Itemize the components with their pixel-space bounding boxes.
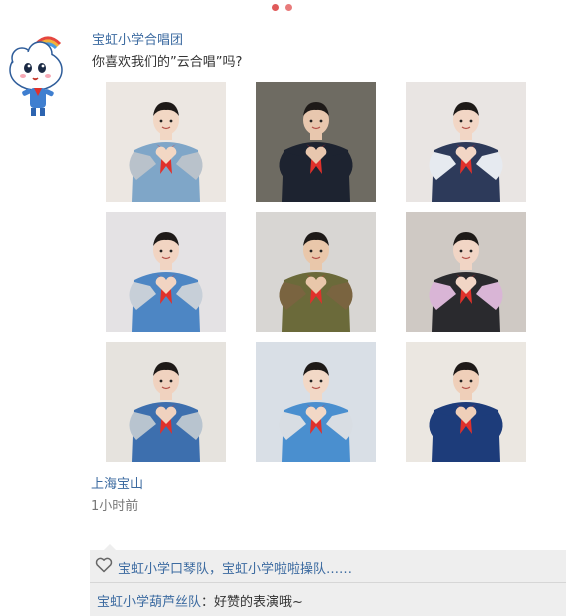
avatar[interactable] bbox=[6, 30, 70, 120]
comment-author[interactable]: 宝虹小学葫芦丝队 bbox=[97, 595, 201, 610]
photo-image bbox=[406, 212, 526, 332]
decoration-dot bbox=[285, 4, 292, 11]
post-time: 1小时前 bbox=[91, 499, 139, 514]
comment-separator: ： bbox=[201, 595, 215, 610]
photo-image bbox=[106, 212, 226, 332]
post-text: 你喜欢我们的”云合唱”吗? bbox=[92, 55, 243, 70]
comment-text: 好赞的表演哦~ bbox=[214, 595, 303, 610]
photo-2[interactable] bbox=[256, 82, 376, 202]
photo-image bbox=[106, 342, 226, 462]
photo-5[interactable] bbox=[256, 212, 376, 332]
decoration-dot bbox=[272, 4, 279, 11]
cloud-mascot-icon bbox=[9, 36, 63, 116]
photo-image bbox=[256, 212, 376, 332]
photo-3[interactable] bbox=[406, 82, 526, 202]
photo-image bbox=[406, 342, 526, 462]
photo-6[interactable] bbox=[406, 212, 526, 332]
comment-item: 宝虹小学葫芦丝队：好赞的表演哦~ bbox=[97, 591, 303, 610]
post-author-name[interactable]: 宝虹小学合唱团 bbox=[92, 29, 183, 48]
photo-image bbox=[256, 82, 376, 202]
photo-1[interactable] bbox=[106, 82, 226, 202]
post-location[interactable]: 上海宝山 bbox=[91, 473, 143, 492]
heart-outline-icon bbox=[95, 557, 113, 573]
photo-grid bbox=[106, 82, 526, 464]
photo-image bbox=[406, 82, 526, 202]
photo-7[interactable] bbox=[106, 342, 226, 462]
photo-4[interactable] bbox=[106, 212, 226, 332]
photo-8[interactable] bbox=[256, 342, 376, 462]
top-decoration bbox=[272, 4, 292, 11]
likers-list[interactable]: 宝虹小学口琴队，宝虹小学啦啦操队…… bbox=[118, 558, 352, 577]
likes-row: 宝虹小学口琴队，宝虹小学啦啦操队…… bbox=[90, 550, 566, 583]
comments-panel: 宝虹小学口琴队，宝虹小学啦啦操队…… 宝虹小学葫芦丝队：好赞的表演哦~ bbox=[90, 544, 566, 616]
photo-9[interactable] bbox=[406, 342, 526, 462]
photo-image bbox=[106, 82, 226, 202]
photo-image bbox=[256, 342, 376, 462]
